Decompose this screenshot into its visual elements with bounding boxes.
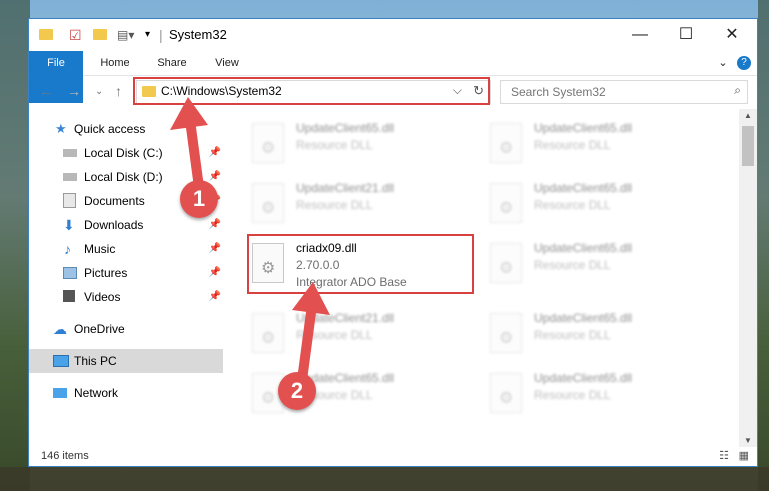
sidebar-item-pictures[interactable]: Pictures 📌 (29, 261, 223, 285)
title-separator: | (159, 27, 163, 43)
scrollbar-thumb[interactable] (742, 126, 754, 166)
sidebar-item-label: Videos (84, 290, 121, 304)
list-item[interactable]: ⚙ UpdateClient65.dll Resource DLL (486, 309, 706, 361)
dll-file-icon: ⚙ (252, 123, 284, 163)
maximize-button[interactable]: ☐ (671, 23, 701, 47)
list-item[interactable]: ⚙ UpdateClient65.dll Resource DLL (486, 179, 706, 231)
file-name: UpdateClient65.dll (534, 181, 633, 195)
sidebar-item-label: Music (84, 242, 116, 256)
dll-file-icon: ⚙ (490, 373, 522, 413)
search-input[interactable] (509, 84, 723, 100)
recent-locations-button[interactable]: ⌄ (95, 86, 103, 97)
list-item[interactable]: ⚙ UpdateClient65.dll Resource DLL (486, 369, 706, 421)
file-type: Resource DLL (296, 198, 373, 212)
chevron-down-icon[interactable]: ▾ (145, 25, 150, 45)
quick-access-customize-icon[interactable]: ▤▾ (117, 25, 134, 45)
star-icon: ★ (55, 121, 67, 136)
close-button[interactable]: ✕ (717, 23, 747, 47)
sidebar-item-network[interactable]: Network (29, 381, 223, 405)
expand-ribbon-icon[interactable]: ⌄ (715, 51, 731, 75)
sidebar-item-label: OneDrive (74, 322, 125, 336)
dll-file-icon: ⚙ (490, 313, 522, 353)
background-foliage (0, 0, 30, 491)
pin-icon: 📌 (208, 267, 221, 278)
onedrive-icon: ☁ (53, 321, 67, 337)
forward-button[interactable]: → (67, 83, 81, 99)
music-icon: ♪ (64, 241, 71, 257)
large-icons-view-icon[interactable]: ▦ (739, 449, 749, 462)
background-rocks (0, 467, 769, 491)
sidebar-item-label: Local Disk (C:) (84, 146, 163, 160)
file-type: Resource DLL (534, 328, 611, 342)
file-type: Resource DLL (534, 138, 611, 152)
videos-icon (63, 290, 75, 302)
file-name: UpdateClient65.dll (296, 121, 395, 135)
pin-icon: 📌 (208, 243, 221, 254)
list-item[interactable]: ⚙ UpdateClient65.dll Resource DLL (486, 239, 706, 291)
properties-icon[interactable]: ☑ (69, 25, 82, 45)
sidebar-item-label: Network (74, 386, 119, 400)
file-type: Resource DLL (296, 138, 373, 152)
list-item[interactable]: ⚙ UpdateClient65.dll Resource DLL (486, 119, 706, 171)
file-type: Resource DLL (534, 388, 611, 402)
item-count: 146 items (41, 450, 89, 462)
sidebar-item-onedrive[interactable]: ☁ OneDrive (29, 317, 223, 341)
file-name: UpdateClient65.dll (534, 121, 633, 135)
sidebar-item-label: Pictures (84, 266, 128, 280)
up-button[interactable]: ↑ (115, 83, 122, 99)
vertical-scrollbar[interactable]: ▲ ▼ (739, 109, 757, 447)
minimize-button[interactable]: — (625, 23, 655, 47)
pin-icon: 📌 (208, 219, 221, 230)
sidebar-item-this-pc[interactable]: This PC (29, 349, 223, 373)
file-type: Resource DLL (534, 258, 611, 272)
help-icon[interactable]: ? (737, 56, 751, 70)
step-badge-1: 1 (180, 180, 218, 218)
pc-icon (53, 355, 69, 367)
sidebar-item-label: This PC (74, 354, 117, 368)
window-title: System32 (169, 27, 227, 42)
list-item[interactable]: ⚙ UpdateClient65.dll Resource DLL (248, 119, 468, 171)
pin-icon: 📌 (208, 291, 221, 302)
file-name: UpdateClient65.dll (534, 311, 633, 325)
title-bar: ☑ ▤▾ ▾ | System32 — ☐ ✕ (29, 19, 757, 51)
step-badge-2: 2 (278, 372, 316, 410)
sidebar-item-label: Local Disk (D:) (84, 170, 163, 184)
file-type: Resource DLL (534, 198, 611, 212)
details-view-icon[interactable]: ☷ (719, 449, 729, 462)
search-icon[interactable]: ⌕ (734, 83, 741, 98)
sidebar-item-label: Downloads (84, 218, 144, 232)
file-name: UpdateClient21.dll (296, 181, 395, 195)
documents-icon (63, 193, 76, 208)
dll-file-icon: ⚙ (490, 243, 522, 283)
list-item[interactable]: ⚙ UpdateClient21.dll Resource DLL (248, 179, 468, 231)
file-name: UpdateClient65.dll (534, 371, 633, 385)
tab-view[interactable]: View (205, 51, 249, 75)
background-foliage-right (758, 0, 769, 491)
downloads-icon: ⬇ (63, 217, 75, 233)
search-box[interactable]: ⌕ (500, 80, 748, 104)
sidebar-item-videos[interactable]: Videos 📌 (29, 285, 223, 309)
dll-file-icon: ⚙ (490, 123, 522, 163)
dll-file-icon: ⚙ (252, 183, 284, 223)
scroll-down-icon[interactable]: ▼ (744, 436, 752, 445)
sidebar-item-label: Documents (84, 194, 145, 208)
tab-home[interactable]: Home (91, 51, 139, 75)
sidebar-item-music[interactable]: ♪ Music 📌 (29, 237, 223, 261)
dll-file-icon: ⚙ (490, 183, 522, 223)
file-name: UpdateClient65.dll (534, 241, 633, 255)
ribbon-tabs: File Home Share View ⌄ ? (29, 51, 757, 103)
back-button[interactable]: ← (39, 83, 53, 99)
scroll-up-icon[interactable]: ▲ (744, 111, 752, 120)
tab-share[interactable]: Share (147, 51, 197, 75)
network-icon (53, 388, 67, 398)
pictures-icon (63, 267, 77, 279)
sidebar-item-label: Quick access (74, 122, 146, 136)
status-bar: 146 items ☷ ▦ (29, 447, 757, 467)
drive-icon (63, 149, 77, 157)
drive-icon (63, 173, 77, 181)
